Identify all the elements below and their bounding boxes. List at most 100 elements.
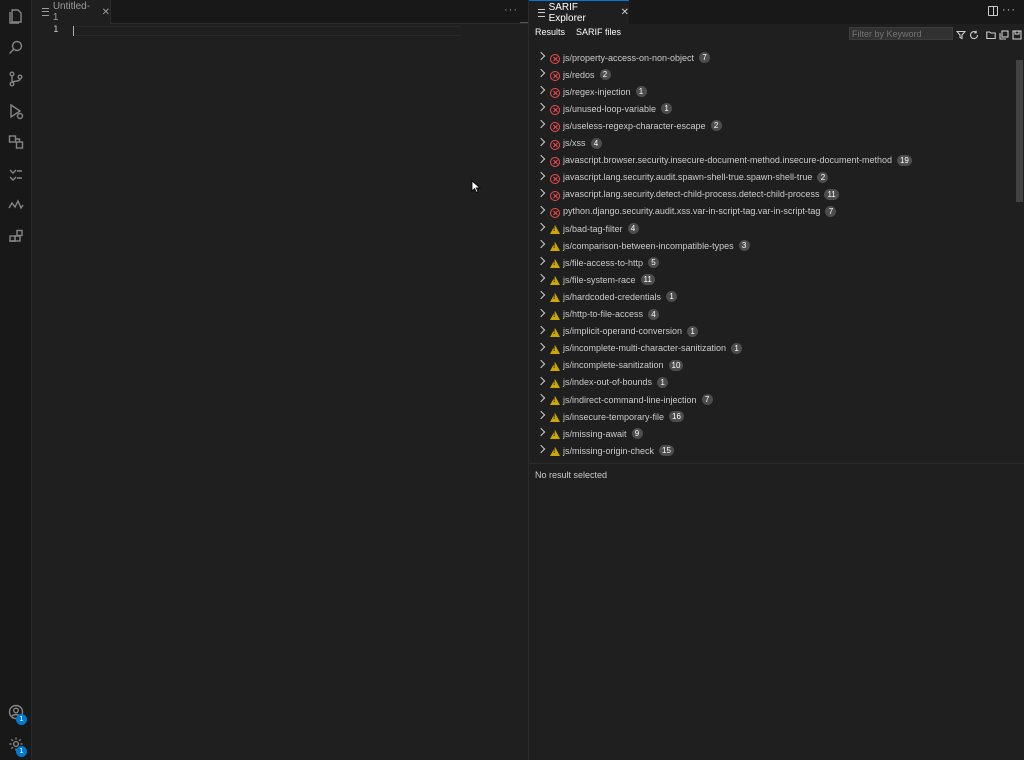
result-row[interactable]: js/comparison-between-incompatible-types… xyxy=(529,238,1015,255)
save-icon[interactable] xyxy=(1012,28,1022,40)
chevron-right-icon[interactable] xyxy=(536,137,546,146)
chevron-right-icon[interactable] xyxy=(536,376,546,386)
collapse-all-icon[interactable] xyxy=(999,28,1009,40)
rule-id: js/unused-loop-variable 1 xyxy=(563,103,673,115)
result-row[interactable]: js/insecure-temporary-file 16 xyxy=(529,409,1015,426)
chevron-right-icon[interactable] xyxy=(536,51,546,61)
rule-id: js/redos 2 xyxy=(563,69,611,81)
more-actions-icon[interactable]: ··· xyxy=(504,4,518,16)
chevron-right-icon[interactable] xyxy=(536,342,546,351)
chevron-right-icon[interactable] xyxy=(536,188,546,198)
result-count-badge: 16 xyxy=(669,411,684,423)
chevron-right-icon[interactable] xyxy=(536,256,546,266)
result-row[interactable]: js/xss 4 xyxy=(529,136,1015,153)
result-row[interactable]: js/http-to-file-access 4 xyxy=(529,307,1015,324)
tab-sarif-files[interactable]: SARIF files xyxy=(576,27,621,37)
result-row[interactable]: js/missing-await 9 xyxy=(529,426,1015,443)
chevron-right-icon[interactable] xyxy=(536,154,546,163)
split-editor-icon[interactable] xyxy=(988,6,998,16)
result-row[interactable]: python.django.security.audit.xss.var-in-… xyxy=(529,204,1015,221)
accounts-icon[interactable]: 1 xyxy=(0,696,32,728)
tab-sarif-explorer[interactable]: SARIF Explorer ✕ xyxy=(529,0,629,24)
rule-label: javascript.browser.security.insecure-doc… xyxy=(563,155,892,166)
rule-label: js/comparison-between-incompatible-types xyxy=(563,240,734,251)
timeline-icon[interactable] xyxy=(0,189,32,221)
chevron-right-icon[interactable] xyxy=(536,393,546,403)
chevron-right-icon[interactable] xyxy=(536,120,546,129)
refresh-icon[interactable] xyxy=(969,28,979,40)
extensions-icon[interactable] xyxy=(0,221,32,253)
result-row[interactable]: javascript.lang.security.detect-child-pr… xyxy=(529,187,1015,204)
result-count-badge: 1 xyxy=(635,86,647,98)
settings-gear-icon[interactable]: 1 xyxy=(0,728,32,760)
filter-icon[interactable] xyxy=(955,28,967,40)
chevron-right-icon[interactable] xyxy=(536,308,546,317)
chevron-right-icon[interactable] xyxy=(536,85,546,95)
editor-tab-bar: Untitled-1 ✕ ··· xyxy=(33,0,528,24)
error-icon xyxy=(550,139,560,150)
run-debug-icon[interactable] xyxy=(0,95,32,127)
explorer-icon[interactable] xyxy=(0,0,32,32)
more-actions-icon[interactable]: ··· xyxy=(1002,4,1016,16)
close-icon[interactable]: ✕ xyxy=(621,7,629,18)
warning-icon xyxy=(550,276,560,286)
rule-id: js/regex-injection 1 xyxy=(563,86,647,98)
chevron-right-icon[interactable] xyxy=(536,274,546,283)
result-row[interactable]: js/file-system-race 11 xyxy=(529,272,1015,289)
chevron-right-icon[interactable] xyxy=(536,68,546,78)
result-row[interactable]: javascript.browser.security.insecure-doc… xyxy=(529,153,1015,170)
filter-keyword-input[interactable] xyxy=(849,27,953,40)
result-count-badge: 2 xyxy=(599,69,611,81)
result-detail-status: No result selected xyxy=(535,470,608,480)
result-row[interactable]: js/unused-loop-variable 1 xyxy=(529,101,1015,118)
result-row[interactable]: js/index-out-of-bounds 1 xyxy=(529,375,1015,392)
chevron-right-icon[interactable] xyxy=(536,410,546,420)
result-count-badge: 19 xyxy=(896,154,912,166)
result-count-badge: 11 xyxy=(824,188,839,200)
open-folder-icon[interactable] xyxy=(986,28,996,40)
rule-label: javascript.lang.security.detect-child-pr… xyxy=(563,189,820,200)
chevron-right-icon[interactable] xyxy=(536,427,546,437)
warning-icon xyxy=(550,225,560,234)
chevron-right-icon[interactable] xyxy=(536,222,546,232)
remote-explorer-icon[interactable] xyxy=(0,126,32,158)
rule-id: js/property-access-on-non-object 7 xyxy=(563,52,711,63)
result-count-badge: 1 xyxy=(731,342,743,354)
result-row[interactable]: js/bad-tag-filter 4 xyxy=(529,221,1015,238)
chevron-right-icon[interactable] xyxy=(536,171,546,180)
result-row[interactable]: js/implicit-operand-conversion 1 xyxy=(529,324,1015,341)
result-row[interactable]: js/indirect-command-line-injection 7 xyxy=(529,392,1015,409)
search-icon[interactable] xyxy=(0,32,32,64)
tab-untitled-1[interactable]: Untitled-1 ✕ xyxy=(33,0,111,24)
chevron-right-icon[interactable] xyxy=(536,291,546,300)
chevron-right-icon[interactable] xyxy=(536,239,546,249)
rule-label: js/file-access-to-http xyxy=(563,257,644,268)
chevron-right-icon[interactable] xyxy=(536,325,546,334)
result-row[interactable]: js/missing-origin-check 15 xyxy=(529,443,1015,460)
tab-results[interactable]: Results xyxy=(535,27,565,37)
editor-text-area[interactable] xyxy=(33,25,528,760)
close-icon[interactable]: ✕ xyxy=(102,7,110,18)
mouse-pointer-icon xyxy=(471,180,481,193)
result-row[interactable]: js/file-access-to-http 5 xyxy=(529,255,1015,272)
chevron-right-icon[interactable] xyxy=(536,205,546,215)
result-row[interactable]: js/incomplete-sanitization 10 xyxy=(529,358,1015,375)
panel-divider[interactable] xyxy=(529,463,1024,464)
chevron-right-icon[interactable] xyxy=(536,445,546,454)
result-row[interactable]: js/hardcoded-credentials 1 xyxy=(529,289,1015,306)
result-row[interactable]: js/useless-regexp-character-escape 2 xyxy=(529,118,1015,135)
result-row[interactable]: js/redos 2 xyxy=(529,67,1015,84)
result-count-badge: 1 xyxy=(687,325,699,337)
testing-icon[interactable] xyxy=(0,158,32,190)
chevron-right-icon[interactable] xyxy=(536,103,546,112)
result-row[interactable]: js/incomplete-multi-character-sanitizati… xyxy=(529,341,1015,358)
result-count-badge: 10 xyxy=(668,359,684,371)
results-scrollbar[interactable] xyxy=(1016,60,1023,202)
result-row[interactable]: javascript.lang.security.audit.spawn-she… xyxy=(529,170,1015,187)
rule-label: js/xss xyxy=(563,138,586,148)
source-control-icon[interactable] xyxy=(0,63,32,95)
result-row[interactable]: js/regex-injection 1 xyxy=(529,84,1015,101)
chevron-right-icon[interactable] xyxy=(536,359,546,369)
result-count-badge: 2 xyxy=(817,171,829,183)
result-row[interactable]: js/property-access-on-non-object 7 xyxy=(529,50,1015,67)
